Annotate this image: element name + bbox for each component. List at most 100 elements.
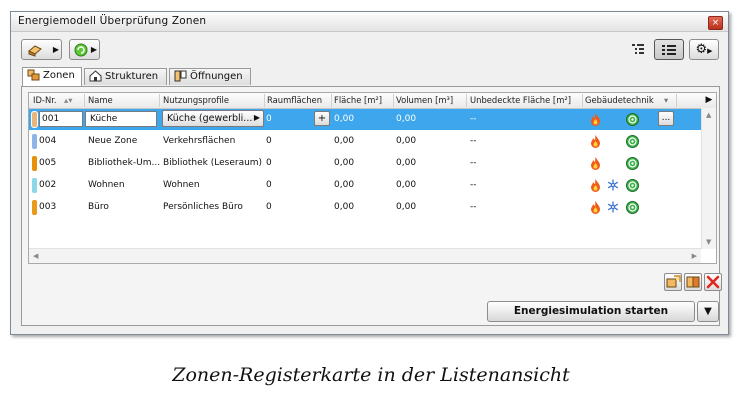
- zone-color-swatch: [32, 200, 37, 215]
- col-separator: [393, 94, 394, 107]
- flaeche-value: 0,00: [334, 158, 355, 168]
- col-id[interactable]: ID-Nr.: [33, 95, 57, 105]
- col-raumflaechen[interactable]: Raumflächen: [267, 95, 322, 105]
- chevron-right-icon: ▶: [707, 47, 713, 55]
- start-simulation-button[interactable]: Energiesimulation starten: [487, 301, 695, 322]
- sort-icon: ▴▾: [64, 95, 73, 105]
- cooling-icon: [607, 179, 619, 191]
- col-flaeche[interactable]: Fläche [m²]: [334, 95, 382, 105]
- profile-value: Wohnen: [163, 180, 200, 190]
- delete-button[interactable]: [704, 273, 722, 291]
- zones-window: Energiemodell Überprüfung Zonen × ▶ ▶ ⚙▶…: [10, 11, 729, 335]
- more-options-button[interactable]: ...: [658, 111, 674, 126]
- vertical-scrollbar[interactable]: ▲ ▼: [701, 108, 716, 249]
- unbedeckt-value: --: [470, 114, 477, 124]
- window-title: Energiemodell Überprüfung Zonen: [18, 15, 207, 27]
- edit-zone-icon: [686, 276, 700, 288]
- raumflaechen-value: 0: [266, 180, 272, 190]
- profile-dropdown[interactable]: Küche (gewerbli... ▶: [162, 110, 264, 127]
- unbedeckt-value: --: [470, 180, 477, 190]
- profile-value: Verkehrsflächen: [163, 136, 236, 146]
- start-simulation-menu-button[interactable]: ▼: [697, 301, 719, 322]
- heating-icon: [591, 135, 600, 148]
- zone-color-swatch: [32, 156, 37, 171]
- tree-view-button[interactable]: [623, 39, 653, 60]
- cooling-icon: [607, 201, 619, 213]
- table-row[interactable]: 005 Bibliothek-Um... Bibliothek (Leserau…: [29, 153, 701, 174]
- zone-color-swatch: [32, 134, 37, 149]
- heating-icon: [591, 157, 600, 170]
- tab-zonen[interactable]: Zonen: [22, 67, 82, 86]
- flaeche-value: 0,00: [334, 114, 355, 124]
- id-value: 004: [39, 136, 57, 146]
- chevron-right-icon: ▶: [90, 45, 97, 54]
- table-row[interactable]: 002 Wohnen Wohnen 0 0,00 0,00 --: [29, 175, 701, 196]
- close-button[interactable]: ×: [708, 16, 723, 30]
- col-name[interactable]: Name: [88, 95, 113, 105]
- zone-tool-button[interactable]: ▶: [21, 39, 62, 60]
- delete-icon: [706, 275, 720, 289]
- col-gebaeudetechnik[interactable]: Gebäudetechnik: [585, 95, 654, 105]
- col-separator: [676, 94, 677, 107]
- ventilation-icon: [626, 135, 639, 148]
- chevron-right-icon: ▶: [52, 45, 59, 54]
- heating-icon: [591, 201, 600, 214]
- add-zone-button[interactable]: [664, 273, 682, 291]
- chevron-right-icon: ▶: [253, 113, 260, 122]
- tab-oeffnungen[interactable]: Öffnungen: [169, 68, 251, 85]
- col-profile[interactable]: Nutzungsprofile: [163, 95, 229, 105]
- name-value: Neue Zone: [88, 136, 138, 146]
- ventilation-icon: [626, 157, 639, 170]
- zone-color-swatch: [32, 178, 37, 193]
- scroll-up-icon[interactable]: ▲: [706, 111, 711, 119]
- table-row-selected[interactable]: 001 Küche Küche (gewerbli... ▶ 0 + 0,00 0…: [29, 109, 701, 130]
- id-value: 005: [39, 158, 57, 168]
- col-volumen[interactable]: Volumen [m³]: [396, 95, 453, 105]
- flaeche-value: 0,00: [334, 180, 355, 190]
- raumflaechen-value: 0: [266, 114, 272, 124]
- flaeche-value: 0,00: [334, 136, 355, 146]
- scroll-left-icon[interactable]: ◀: [33, 252, 38, 260]
- profile-value: Bibliothek (Leseraum): [163, 158, 263, 168]
- col-separator: [264, 94, 265, 107]
- tab-strukturen[interactable]: Strukturen: [84, 68, 167, 85]
- settings-button[interactable]: ⚙▶: [689, 39, 719, 60]
- ventilation-icon: [626, 201, 639, 214]
- add-surface-button[interactable]: +: [314, 111, 330, 126]
- table-header: ID-Nr. ▴▾ Name Nutzungsprofile Raumfläch…: [29, 93, 716, 109]
- ventilation-icon: [626, 113, 639, 126]
- openings-icon: [174, 70, 187, 87]
- tab-label: Zonen: [43, 70, 75, 81]
- id-input[interactable]: 001: [39, 111, 83, 127]
- name-input[interactable]: Küche: [85, 111, 157, 127]
- scroll-right-icon[interactable]: ▶: [692, 252, 697, 260]
- zones-panel: ID-Nr. ▴▾ Name Nutzungsprofile Raumfläch…: [21, 86, 722, 326]
- zones-table: ID-Nr. ▴▾ Name Nutzungsprofile Raumfläch…: [28, 92, 717, 264]
- title-bar: Energiemodell Überprüfung Zonen ×: [11, 12, 728, 32]
- volumen-value: 0,00: [396, 114, 417, 124]
- scroll-down-icon[interactable]: ▼: [706, 238, 711, 246]
- tree-view-icon: [632, 44, 644, 54]
- list-view-icon: [662, 45, 676, 55]
- tab-label: Strukturen: [105, 71, 159, 82]
- table-row[interactable]: 003 Büro Persönliches Büro 0 0,00 0,00 -…: [29, 197, 701, 218]
- col-unbedeckt[interactable]: Unbedeckte Fläche [m²]: [470, 95, 571, 105]
- refresh-icon: [74, 43, 88, 57]
- id-value: 002: [39, 180, 57, 190]
- add-zone-icon: [666, 275, 681, 288]
- horizontal-scrollbar[interactable]: ◀ ▶: [29, 248, 701, 263]
- flaeche-value: 0,00: [334, 202, 355, 212]
- unbedeckt-value: --: [470, 202, 477, 212]
- list-view-button[interactable]: [654, 39, 684, 60]
- figure-caption: Zonen-Registerkarte in der Listenansicht: [172, 364, 570, 386]
- heating-icon: [591, 179, 600, 192]
- volumen-value: 0,00: [396, 180, 417, 190]
- tab-label: Öffnungen: [190, 71, 243, 82]
- refresh-button[interactable]: ▶: [69, 39, 100, 60]
- scroll-columns-right-icon[interactable]: ▶: [702, 93, 716, 108]
- table-row[interactable]: 004 Neue Zone Verkehrsflächen 0 0,00 0,0…: [29, 131, 701, 152]
- name-value: Bibliothek-Um...: [88, 158, 161, 168]
- edit-zone-button[interactable]: [684, 273, 702, 291]
- name-value: Büro: [88, 202, 109, 212]
- profile-value: Küche (gewerbli...: [167, 113, 253, 124]
